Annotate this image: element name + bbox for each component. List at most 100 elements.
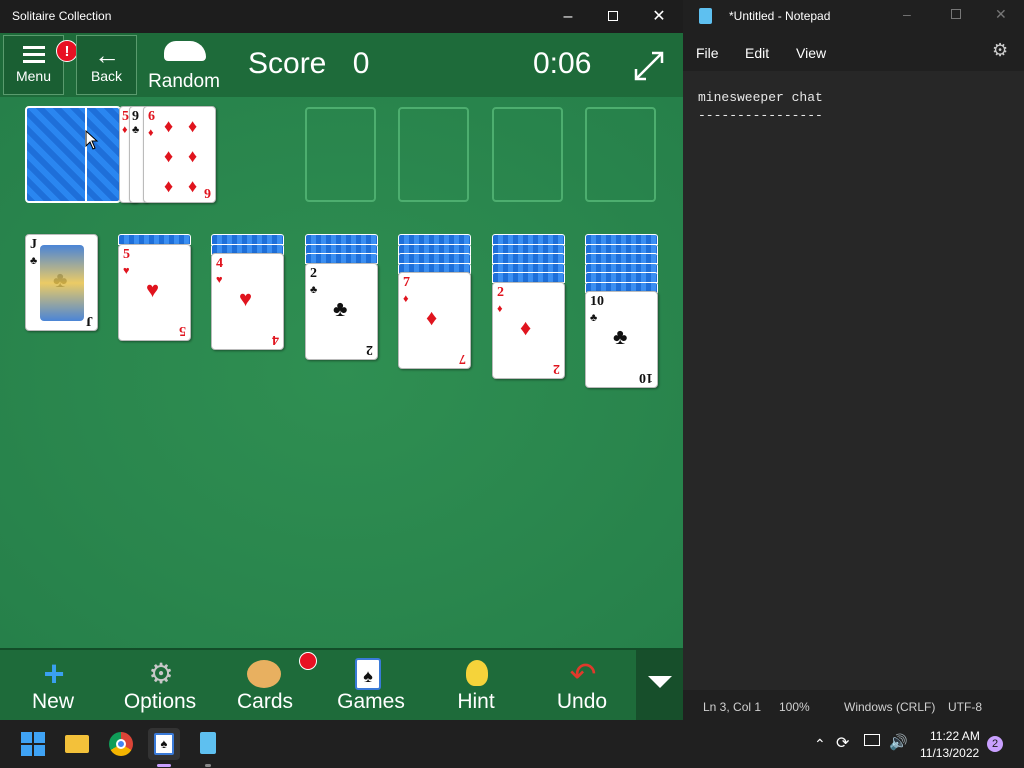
menu-edit[interactable]: Edit [745,45,769,61]
foundation-slot[interactable] [492,107,563,202]
volume-icon[interactable]: 🔊 [889,733,908,751]
games-label: Games [337,690,405,713]
undo-label: Undo [556,690,608,713]
playing-cards-icon: ♠ [355,658,381,690]
card-suit: ♦ [148,127,154,139]
back-button[interactable]: ← Back [76,35,137,95]
card-suit: ♣ [590,312,598,324]
notepad-icon [200,732,216,754]
tableau-card[interactable]: 2 ♦ ♦ 2 [492,281,565,379]
mode-label: Random [148,71,220,92]
gear-icon: ⚙ [148,658,174,689]
card-rank: J [30,237,37,252]
game-table: 5 ♦ 9 ♣ 6 ♦ ♦ ♦ ♦ ♦ ♦ ♦ 6 J♣♣J5♥♥54♥♥42♣… [0,97,683,648]
card-suit: ♦ [122,124,128,136]
more-toolbar-button[interactable] [636,650,683,720]
score-display: Score 0 [248,47,369,81]
start-button[interactable] [17,728,49,760]
gear-icon[interactable]: ⚙ [992,40,1008,61]
menu-file[interactable]: File [696,45,719,61]
card-rank-bottom: 2 [553,360,560,376]
solitaire-title-bar: Solitaire Collection – ✕ [0,0,683,33]
menu-view[interactable]: View [796,45,826,61]
undo-button[interactable]: ↶ Undo [532,650,632,722]
games-button[interactable]: ♠ Games [321,650,421,722]
arrow-left-icon: ← [94,40,120,70]
card-rank: 7 [403,275,410,290]
stock-pile[interactable] [25,106,121,203]
foundation-slot[interactable] [398,107,469,202]
playing-cards-icon: ♠ [154,733,174,755]
chevron-down-icon [648,676,672,688]
solitaire-window-title: Solitaire Collection [12,9,112,23]
folder-icon [65,735,89,753]
network-icon[interactable] [864,734,880,746]
notepad-menu-bar: File Edit View ⚙ [683,33,1024,71]
foundation-slot[interactable] [305,107,376,202]
game-mode: Random [144,35,224,95]
text-line: minesweeper chat [698,90,823,105]
card-rank: 2 [497,284,504,300]
chrome-button[interactable] [105,728,137,760]
cards-button[interactable]: Cards [215,650,317,722]
bottom-toolbar: + New ⚙ Options Cards ♠ Games Hint ↶ Und… [0,648,683,720]
tableau-card[interactable]: 7 ♦ ♦ 7 [398,272,471,369]
notepad-icon [699,8,712,24]
card-rank-bottom: J [86,313,93,328]
hint-label: Hint [457,690,495,713]
sync-icon[interactable]: ⟳ [836,733,849,753]
card-pip: ♥ [239,286,253,311]
card-suit: ♦ [403,293,409,305]
card-rank-bottom: 10 [639,370,653,385]
notification-badge[interactable]: 2 [987,736,1003,752]
menu-button[interactable]: ! Menu [3,35,78,95]
notepad-taskbar-button[interactable] [192,728,224,767]
tableau-card[interactable]: 5 ♥ ♥ 5 [118,243,191,341]
lightbulb-icon [466,660,488,686]
tableau-card[interactable]: J♣♣J [25,234,98,331]
card-pip: ♦ [188,176,198,196]
clock-date[interactable]: 11/13/2022 [920,746,979,760]
card-pip: ♦ [164,176,174,196]
close-button[interactable]: ✕ [636,0,682,33]
card-pip: ♦ [426,305,438,330]
card-rank-bottom: 7 [459,351,466,366]
card-rank: 10 [590,294,604,309]
cards-label: Cards [236,690,294,713]
card-pip: ♦ [188,116,198,136]
minimize-button[interactable]: – [545,0,591,33]
tableau-card[interactable]: 4 ♥ ♥ 4 [211,253,284,350]
card-suit: ♥ [216,274,223,286]
fullscreen-icon[interactable] [632,49,666,83]
notepad-minimize-button[interactable]: – [903,6,911,22]
notepad-close-button[interactable]: ✕ [995,6,1007,23]
card-suit: ♣ [310,283,318,296]
foundation-slot[interactable] [585,107,656,202]
notepad-maximize-button[interactable] [951,9,961,19]
hint-button[interactable]: Hint [426,650,526,722]
notepad-text-area[interactable]: minesweeper chat ---------------- [683,71,1024,690]
game-timer: 0:06 [533,47,592,80]
options-button[interactable]: ⚙ Options [110,650,210,722]
card-rank: 6 [148,109,155,124]
solitaire-taskbar-button[interactable]: ♠ [148,728,180,767]
menu-label: Menu [15,68,52,84]
chevron-up-icon[interactable]: ⌃ [814,736,826,753]
card-suit: ♥ [123,264,130,277]
card-pip: ♣ [333,295,348,321]
file-explorer-button[interactable] [61,728,93,760]
plus-icon: + [43,653,65,694]
card-pip: ♦ [188,146,198,166]
tableau-card[interactable]: 10 ♣ ♣ 10 [585,291,658,388]
maximize-button[interactable] [590,0,636,33]
card-rank-bottom: 4 [272,332,279,347]
card-rank-bottom: 6 [204,185,211,200]
new-game-button[interactable]: + New [3,650,103,722]
waste-top-card[interactable]: 6 ♦ ♦ ♦ ♦ ♦ ♦ ♦ 6 [143,106,216,203]
clock-time[interactable]: 11:22 AM [930,729,980,743]
hamburger-icon [23,46,45,63]
palette-icon [247,660,281,688]
tableau-card[interactable]: 2 ♣ ♣ 2 [305,262,378,360]
card-pip: ♦ [164,146,174,166]
card-suit: ♦ [497,302,503,315]
